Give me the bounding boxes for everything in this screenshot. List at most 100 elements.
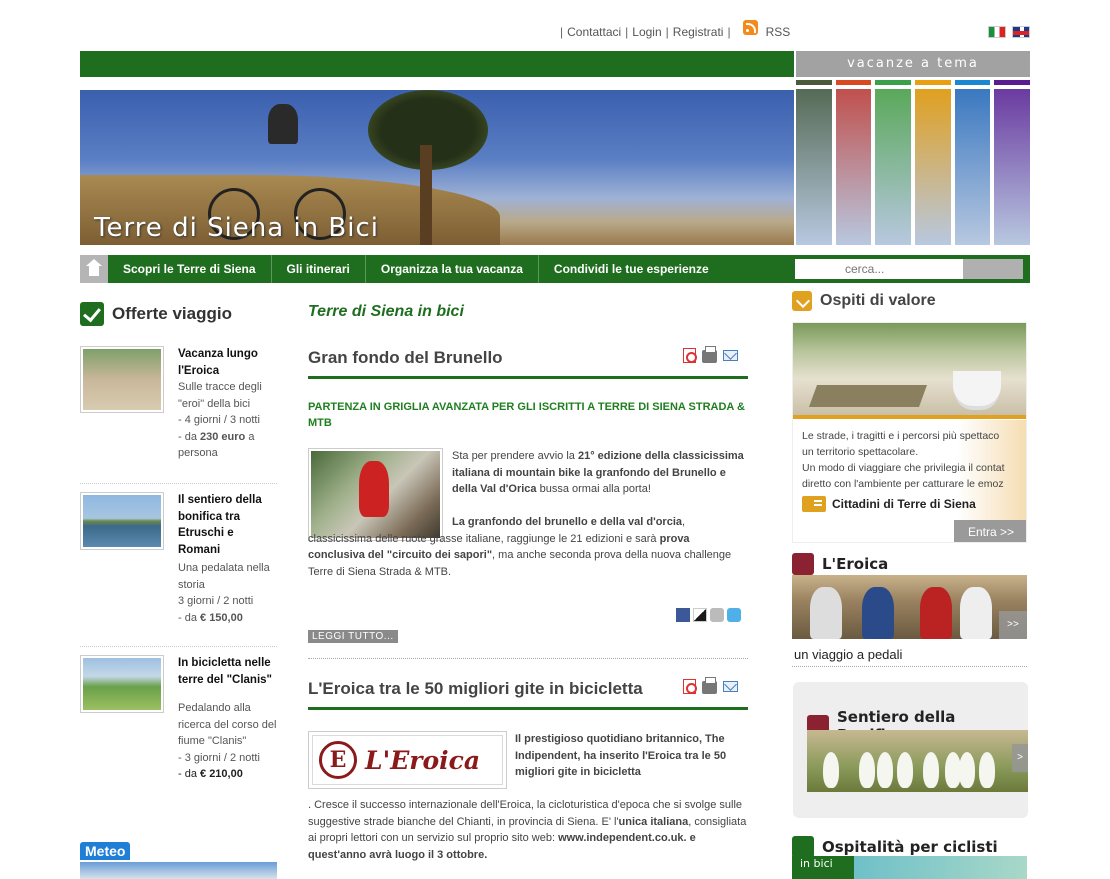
print-icon[interactable] (702, 346, 717, 363)
theme-stripe[interactable] (915, 80, 951, 245)
register-link[interactable]: Registrati (673, 25, 724, 39)
hero-banner: Terre di Siena in Bici (80, 90, 794, 245)
text-span: Sta per prendere avvio la (452, 450, 578, 462)
citizens-label[interactable]: Cittadini di Terre di Siena (832, 497, 976, 511)
facebook-icon[interactable] (676, 608, 690, 622)
check-icon (80, 302, 104, 326)
stripe-body (835, 89, 872, 245)
mail-icon[interactable] (723, 350, 738, 361)
theme-stripes (796, 80, 1031, 245)
hero-title: Terre di Siena in Bici (94, 213, 380, 243)
rider-figure (810, 587, 842, 639)
mail-icon[interactable] (723, 681, 738, 692)
price-prefix: - da (178, 768, 201, 780)
stripe-body (796, 89, 832, 245)
read-more-button[interactable]: LEGGI TUTTO... (308, 630, 398, 643)
eroica-logo-image: E L'Eroica (308, 731, 507, 789)
guest-icon (792, 291, 812, 311)
id-card-icon (802, 496, 826, 512)
divider (792, 666, 1027, 667)
theme-stripe[interactable] (954, 80, 991, 245)
article-tools (683, 346, 738, 363)
offer-duration: - 3 giorni / 2 notti (178, 751, 260, 764)
nav-item-itinerari[interactable]: Gli itinerari (272, 255, 366, 283)
offer-title[interactable]: Il sentiero della bonifica tra Etruschi … (178, 492, 278, 558)
goose-figure (979, 752, 995, 788)
digg-icon[interactable] (710, 608, 724, 622)
weather-tab[interactable]: Meteo (80, 842, 131, 860)
offers-header: Offerte viaggio (80, 302, 232, 326)
login-link[interactable]: Login (632, 25, 661, 39)
pdf-icon[interactable] (683, 348, 697, 363)
pdf-icon[interactable] (683, 679, 697, 694)
print-icon[interactable] (702, 677, 717, 694)
cyclist-icon (792, 553, 814, 575)
goose-figure (823, 752, 839, 788)
weather-widget[interactable]: Meteo (80, 842, 277, 879)
flag-icon (792, 836, 814, 858)
article-title[interactable]: Gran fondo del Brunello (308, 348, 748, 379)
divider (308, 658, 748, 659)
stripe-cap (875, 80, 912, 85)
offer-thumbnail[interactable] (80, 492, 164, 550)
guests-line: Un modo di viaggiare che privilegia il c… (802, 462, 1005, 474)
promo-header: Ospitalità per ciclisti (792, 836, 1027, 858)
hospitality-promo[interactable]: Ospitalità per ciclisti in bici (792, 836, 1027, 879)
themed-holidays-label: vacanze a tema (796, 51, 1030, 77)
arrow-button[interactable]: > (1012, 744, 1028, 772)
offer-text: Il sentiero della bonifica tra Etruschi … (178, 492, 278, 626)
nav-item-condividi[interactable]: Condividi le tue esperienze (539, 255, 724, 283)
article-text: La granfondo del brunello e della val d'… (308, 514, 748, 580)
enter-button[interactable]: Entra >> (954, 520, 1026, 542)
top-links: | Contattaci | Login | Registrati | RSS (560, 20, 791, 39)
rider-figure (862, 587, 894, 639)
goose-figure (897, 752, 913, 788)
arrow-button[interactable]: >> (999, 611, 1027, 639)
theme-stripe[interactable] (835, 80, 872, 245)
text-bold: La granfondo del brunello e della val d'… (452, 516, 682, 528)
separator: | (665, 24, 669, 39)
article-text: Il prestigioso quotidiano britannico, Th… (515, 731, 748, 781)
text-bold: Il prestigioso quotidiano britannico, Th… (515, 733, 727, 779)
theme-stripe[interactable] (875, 80, 912, 245)
eroica-promo[interactable]: L'Eroica >> un viaggio a pedali (792, 553, 1027, 667)
nav-item-organizza[interactable]: Organizza la tua vacanza (366, 255, 539, 283)
promo-header: L'Eroica (792, 553, 1027, 575)
promo-title[interactable]: L'Eroica (822, 555, 888, 573)
separator: | (727, 24, 731, 39)
search-button[interactable] (963, 259, 1023, 279)
theme-stripe[interactable] (994, 80, 1031, 245)
contact-link[interactable]: Contattaci (567, 25, 621, 39)
offer-title[interactable]: In bicicletta nelle terre del "Clanis" (178, 655, 278, 688)
bonifica-photo[interactable]: > (807, 730, 1028, 792)
uk-flag-icon[interactable] (1012, 26, 1030, 38)
guests-line: diretto con l'ambiente per catturare le … (802, 478, 1004, 490)
offers-title: Offerte viaggio (112, 304, 232, 323)
section-title: Terre di Siena in bici (308, 303, 464, 320)
rss-icon[interactable] (742, 20, 758, 35)
offer-thumbnail[interactable] (80, 346, 164, 413)
goose-figure (923, 752, 939, 788)
stripe-cap (915, 80, 951, 85)
delicious-icon[interactable] (693, 608, 707, 622)
search-input[interactable] (795, 259, 963, 279)
home-button[interactable] (80, 255, 108, 283)
promo-title[interactable]: Ospitalità per ciclisti (822, 838, 998, 856)
cup-shape (953, 371, 1001, 406)
theme-stripe[interactable] (796, 80, 832, 245)
eroica-photo[interactable]: >> (792, 575, 1027, 639)
bonifica-promo[interactable]: Sentiero della Bonifica > (793, 682, 1028, 818)
nav-item-scopri[interactable]: Scopri le Terre di Siena (108, 255, 272, 283)
divider (80, 483, 277, 484)
italian-flag-icon[interactable] (988, 26, 1006, 38)
offer-price: € 150,00 (200, 611, 243, 624)
offer-price-line: - da € 210,00 (178, 766, 278, 783)
share-icons (676, 608, 741, 622)
rss-link[interactable]: RSS (766, 25, 791, 39)
offer-price: 230 euro (200, 430, 246, 443)
twitter-icon[interactable] (727, 608, 741, 622)
article-title[interactable]: L'Eroica tra le 50 migliori gite in bici… (308, 679, 748, 710)
offer-title[interactable]: Vacanza lungo l'Eroica (178, 346, 278, 379)
citizens-link[interactable]: Cittadini di Terre di Siena (802, 496, 976, 512)
offer-thumbnail[interactable] (80, 655, 164, 713)
